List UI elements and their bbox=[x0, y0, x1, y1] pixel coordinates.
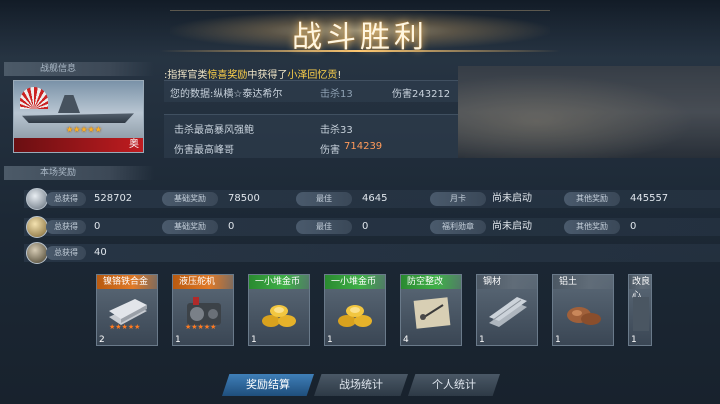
total-value: 528702 bbox=[94, 193, 133, 204]
item-name: 一小堆金币 bbox=[249, 275, 309, 289]
item-count: 1 bbox=[251, 335, 257, 345]
item-name: 铝土 bbox=[553, 275, 613, 289]
gold-coins-icon bbox=[262, 305, 296, 327]
item-name: 改良心 bbox=[629, 275, 651, 301]
top-damage-label: 伤害最高峰哥 bbox=[174, 145, 234, 156]
item-stars: ★★★★★ bbox=[109, 323, 141, 331]
top-damage-value: 714239 bbox=[344, 141, 383, 152]
reward-row-gold: 总获得 0 基础奖励 0 最佳 0 福利勋章 尚未启动 其他奖励 0 bbox=[24, 216, 720, 238]
bauxite-icon bbox=[567, 307, 601, 325]
item-card-partial[interactable]: 改良心 1 bbox=[628, 274, 652, 346]
top-kills-label: 击杀最高暴风强鲍 bbox=[174, 125, 254, 136]
best-label: 最佳 bbox=[296, 192, 352, 206]
item-card[interactable]: 一小堆金币 1 bbox=[324, 274, 386, 346]
medal-icon bbox=[26, 242, 48, 264]
total-value: 0 bbox=[94, 221, 101, 232]
item-card[interactable]: 一小堆金币 1 bbox=[248, 274, 310, 346]
item-count: 2 bbox=[99, 335, 105, 345]
best-value: 0 bbox=[362, 221, 369, 232]
your-damage: 伤害243212 bbox=[392, 89, 451, 100]
aa-blueprint-icon bbox=[413, 297, 451, 329]
item-count: 1 bbox=[327, 335, 333, 345]
item-count: 1 bbox=[631, 335, 637, 345]
gold-coins-icon bbox=[338, 305, 372, 327]
top-kills-value: 击杀33 bbox=[320, 125, 353, 136]
silver-coins-icon bbox=[26, 188, 48, 210]
item-name: 防空整改 bbox=[401, 275, 461, 289]
ship-tower-shape bbox=[58, 95, 80, 113]
partial-item-icon bbox=[633, 297, 649, 331]
page-title: 战斗胜利 bbox=[292, 20, 428, 55]
base-label: 基础奖励 bbox=[162, 220, 218, 234]
item-count: 1 bbox=[479, 335, 485, 345]
background-ship-photo bbox=[458, 66, 720, 158]
top-stats-box: 击杀最高暴风强鲍 击杀33 伤害最高峰哥 伤害 714239 bbox=[164, 114, 458, 158]
gold-stack-icon bbox=[26, 216, 48, 238]
item-count: 1 bbox=[175, 335, 181, 345]
best-value: 4645 bbox=[362, 193, 388, 204]
ship-card[interactable]: ★★★★★ 奥 bbox=[13, 80, 144, 153]
base-label: 基础奖励 bbox=[162, 192, 218, 206]
item-card[interactable]: 铝土 1 bbox=[552, 274, 614, 346]
tab-reward-settlement[interactable]: 奖励结算 bbox=[222, 374, 314, 396]
item-count: 4 bbox=[403, 335, 409, 345]
total-label: 总获得 bbox=[46, 220, 86, 234]
other-value: 0 bbox=[630, 221, 637, 232]
item-name: 液压舵机 bbox=[173, 275, 233, 289]
your-kills: 击杀13 bbox=[320, 89, 353, 100]
rising-sun-flag-icon bbox=[20, 87, 48, 109]
section-label-battle-info: 战舰信息 bbox=[4, 62, 154, 76]
reward-row-medal: 总获得 40 bbox=[24, 242, 720, 264]
reward-row-silver: 总获得 528702 基础奖励 78500 最佳 4645 月卡 尚未启动 其他… bbox=[24, 188, 720, 210]
card-label: 月卡 bbox=[430, 192, 486, 206]
reward-notice: :指挥官类惊喜奖励中获得了小泽回忆贡! bbox=[164, 66, 341, 81]
item-count: 1 bbox=[555, 335, 561, 345]
your-data-label: 您的数据:纵横☆泰达希尔 bbox=[170, 89, 283, 100]
item-card[interactable]: 钢材 1 bbox=[476, 274, 538, 346]
total-label: 总获得 bbox=[46, 192, 86, 206]
title-banner: 战斗胜利 bbox=[0, 0, 720, 58]
tab-battle-stats[interactable]: 战场统计 bbox=[314, 374, 408, 396]
card-value: 尚未启动 bbox=[492, 221, 532, 232]
top-damage-prefix: 伤害 bbox=[320, 145, 340, 156]
other-value: 445557 bbox=[630, 193, 669, 204]
total-value: 40 bbox=[94, 247, 107, 258]
ship-stars: ★★★★★ bbox=[66, 125, 102, 134]
base-value: 78500 bbox=[228, 193, 260, 204]
item-card[interactable]: 镍铬铁合金 ★★★★★ 2 bbox=[96, 274, 158, 346]
card-label: 福利勋章 bbox=[430, 220, 486, 234]
item-name: 镍铬铁合金 bbox=[97, 275, 157, 289]
item-card[interactable]: 液压舵机 ★★★★★ 1 bbox=[172, 274, 234, 346]
item-name: 钢材 bbox=[477, 275, 537, 289]
steel-beams-icon bbox=[489, 297, 527, 327]
other-label: 其他奖励 bbox=[564, 192, 620, 206]
tab-personal-stats[interactable]: 个人统计 bbox=[408, 374, 500, 396]
best-label: 最佳 bbox=[296, 220, 352, 234]
item-name: 一小堆金币 bbox=[325, 275, 385, 289]
item-card[interactable]: 防空整改 4 bbox=[400, 274, 462, 346]
item-stars: ★★★★★ bbox=[185, 323, 217, 331]
your-data-row: 您的数据:纵横☆泰达希尔 击杀13 伤害243212 bbox=[164, 80, 458, 102]
ship-rarity-badge: 奥 bbox=[14, 138, 143, 152]
section-label-rewards: 本场奖励 bbox=[4, 166, 154, 180]
other-label: 其他奖励 bbox=[564, 220, 620, 234]
card-value: 尚未启动 bbox=[492, 193, 532, 204]
base-value: 0 bbox=[228, 221, 235, 232]
total-label: 总获得 bbox=[46, 246, 86, 260]
